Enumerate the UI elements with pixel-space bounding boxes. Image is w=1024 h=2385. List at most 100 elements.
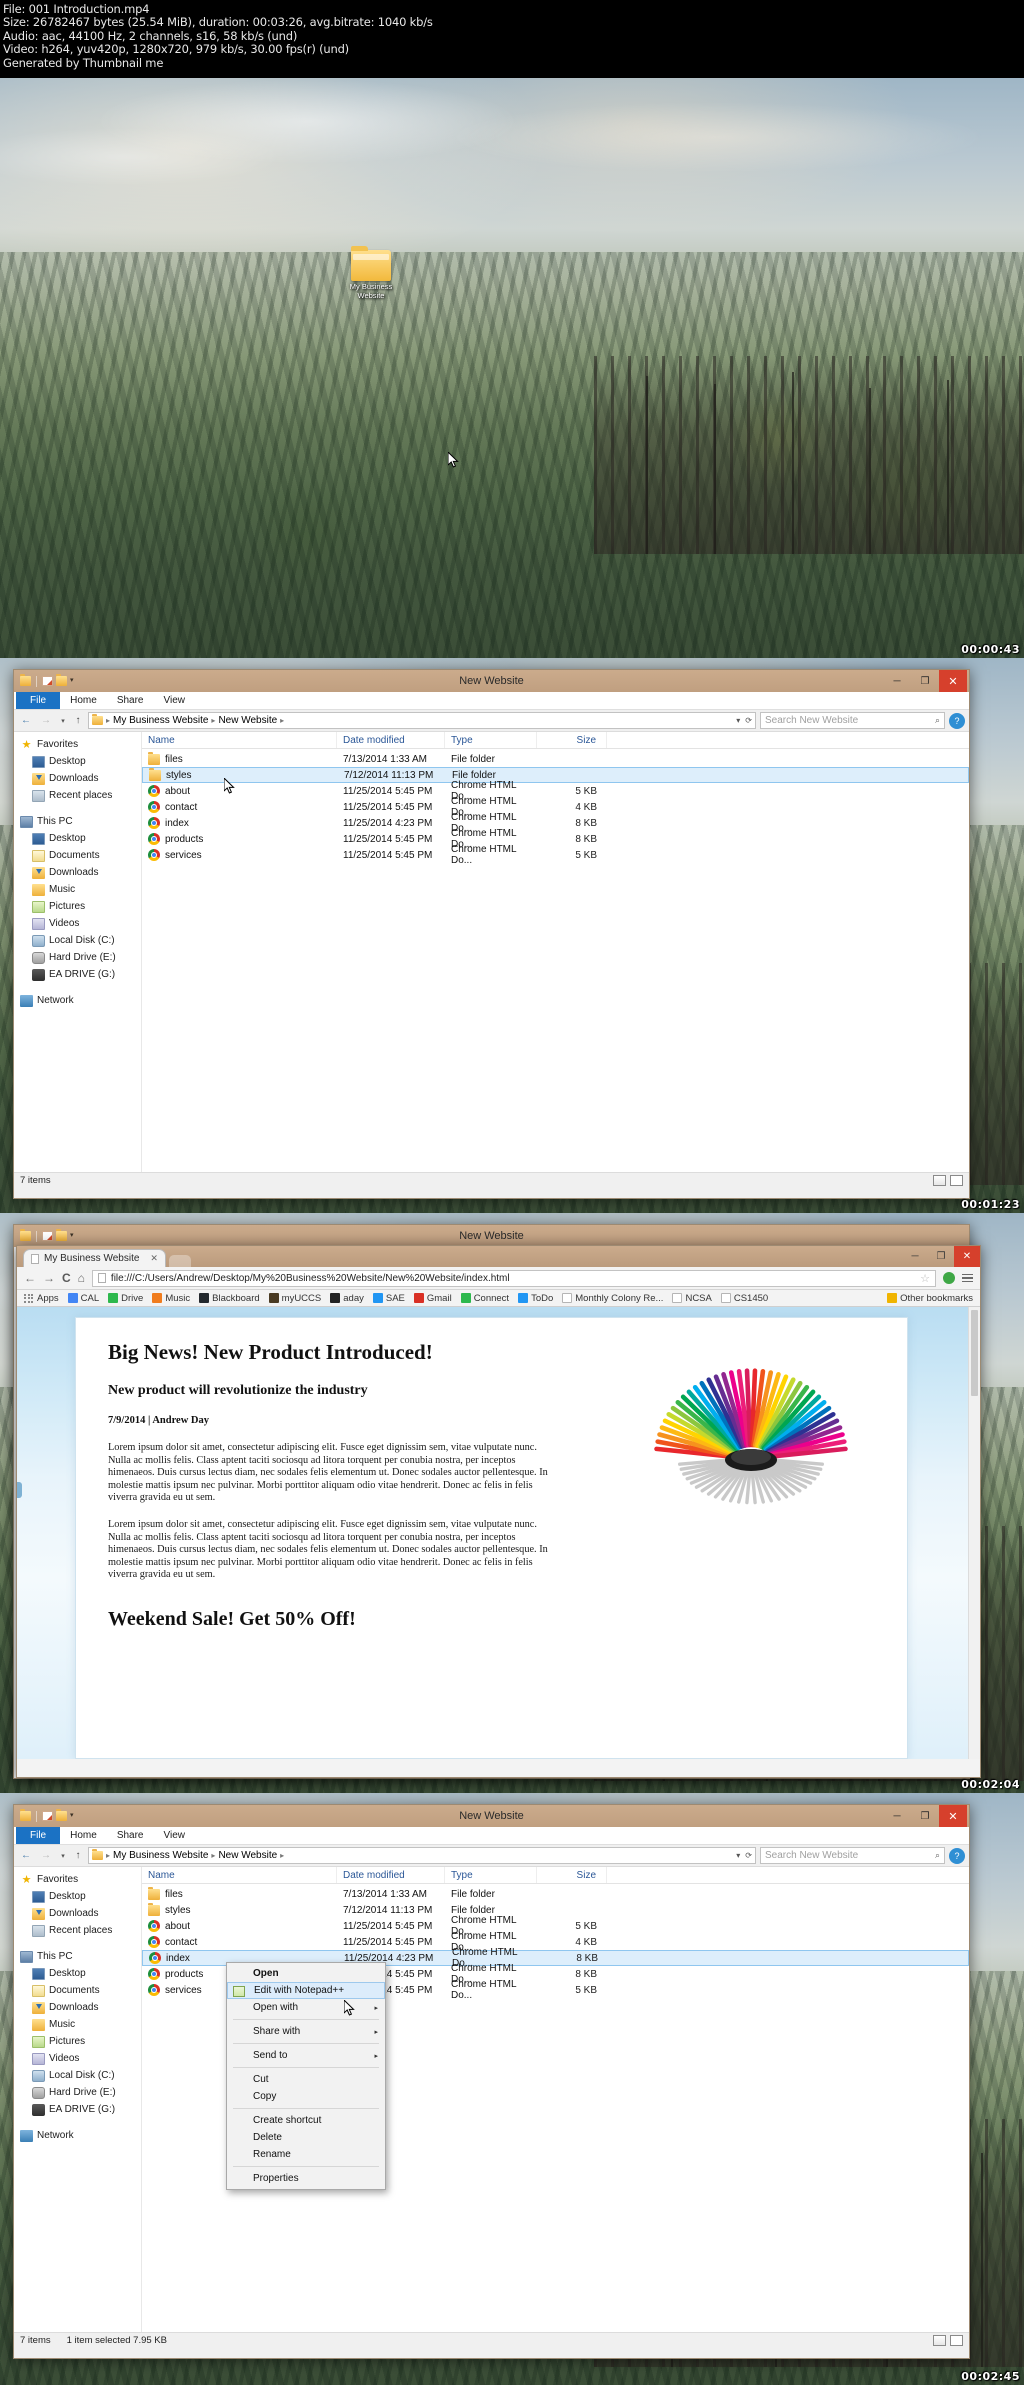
- window-title-bar[interactable]: ▾ New Website: [14, 1225, 969, 1247]
- search-input[interactable]: Search New Website ⌕: [760, 712, 945, 729]
- window-title-bar[interactable]: ▾ New Website ─ ❐ ✕: [14, 670, 969, 692]
- column-headers[interactable]: Name Date modified Type Size: [142, 732, 969, 749]
- details-view-icon[interactable]: [933, 2335, 946, 2346]
- folder-icon[interactable]: [20, 1229, 31, 1241]
- omnibox-row[interactable]: ← → C ⌂ file:///C:/Users/Andrew/Desktop/…: [17, 1267, 980, 1290]
- menu-item-rename[interactable]: Rename: [227, 2146, 385, 2163]
- up-button[interactable]: ↑: [72, 1850, 84, 1861]
- sidebar-item-this-pc[interactable]: This PC: [18, 1948, 141, 1965]
- back-button[interactable]: ←: [18, 713, 34, 729]
- file-explorer-window[interactable]: ▾ New Website ─ ❐ ✕ File Home Share View…: [13, 1804, 970, 2359]
- maximize-button[interactable]: ❐: [911, 1805, 939, 1827]
- table-row[interactable]: about 11/25/2014 5:45 PM Chrome HTML Do...…: [142, 780, 969, 802]
- menu-item-edit-with-notepad[interactable]: Edit with Notepad++: [227, 1982, 385, 1999]
- properties-icon[interactable]: [42, 1231, 53, 1241]
- table-row[interactable]: styles 7/12/2014 11:13 PM File folder: [142, 1902, 969, 1918]
- sidebar-item-videos[interactable]: Videos: [18, 915, 141, 932]
- forward-button[interactable]: →: [38, 713, 54, 729]
- page-side-tab[interactable]: [17, 1482, 22, 1498]
- sidebar-item-music[interactable]: Music: [18, 881, 141, 898]
- sidebar-item-videos[interactable]: Videos: [18, 2050, 141, 2067]
- chevron-down-icon[interactable]: ▾: [70, 1231, 74, 1241]
- address-bar-row[interactable]: ← → ▾ ↑ ▸ My Business Website ▸ New Webs…: [14, 1845, 969, 1867]
- column-header-type[interactable]: Type: [445, 732, 537, 748]
- large-icons-view-icon[interactable]: [950, 2335, 963, 2346]
- chevron-down-icon[interactable]: ▾: [70, 1811, 74, 1821]
- new-folder-icon[interactable]: [56, 1809, 67, 1821]
- close-button[interactable]: ✕: [939, 670, 967, 692]
- sidebar-item-ea-drive-g[interactable]: EA DRIVE (G:): [18, 966, 141, 983]
- sidebar-item-downloads[interactable]: Downloads: [18, 864, 141, 881]
- bookmark-cal[interactable]: CAL: [67, 1293, 99, 1304]
- address-input[interactable]: file:///C:/Users/Andrew/Desktop/My%20Bus…: [91, 1269, 936, 1287]
- recent-locations-icon[interactable]: ▾: [58, 717, 68, 725]
- minimize-button[interactable]: ─: [883, 1805, 911, 1827]
- view-toggles[interactable]: [933, 1175, 963, 1186]
- ribbon-tabs[interactable]: File Home Share View: [14, 1827, 969, 1845]
- folder-icon[interactable]: [20, 1809, 31, 1821]
- bookmark-music[interactable]: Music: [152, 1293, 190, 1304]
- new-tab-button[interactable]: [168, 1255, 191, 1267]
- tab-file[interactable]: File: [16, 692, 61, 709]
- refresh-icon[interactable]: ⟳: [745, 1851, 752, 1860]
- address-bar-row[interactable]: ← → ▾ ↑ ▸ My Business Website ▸ New Webs…: [14, 710, 969, 732]
- bookmarks-bar[interactable]: Apps CAL Drive Music Blackboard myUCCS aday SAE…: [17, 1290, 980, 1307]
- breadcrumb-item-1[interactable]: New Website: [218, 715, 277, 726]
- navigation-pane[interactable]: ★ Favorites Desktop Downloads Recent places T…: [14, 732, 142, 1172]
- sidebar-item-downloads[interactable]: Downloads: [18, 1905, 141, 1922]
- column-headers[interactable]: Name Date modified Type Size: [142, 1867, 969, 1884]
- file-context-menu[interactable]: Open Edit with Notepad++ Open with ▸ Share w…: [226, 1962, 386, 2190]
- column-header-date[interactable]: Date modified: [337, 1867, 445, 1883]
- table-row[interactable]: about 11/25/2014 5:45 PM Chrome HTML Do...…: [142, 1915, 969, 1937]
- scrollbar-thumb[interactable]: [971, 1310, 978, 1396]
- recent-locations-icon[interactable]: ▾: [58, 1852, 68, 1860]
- menu-item-share-with[interactable]: Share with ▸: [227, 2023, 385, 2040]
- window-title-bar[interactable]: ▾ New Website ─ ❐ ✕: [14, 1805, 969, 1827]
- forward-button[interactable]: →: [38, 1848, 54, 1864]
- sidebar-item-favorites[interactable]: ★ Favorites: [18, 736, 141, 753]
- menu-item-open-with[interactable]: Open with ▸: [227, 1999, 385, 2016]
- chrome-browser-window[interactable]: My Business Website ✕ ─ ❐ ✕ ← → C ⌂ file…: [16, 1245, 981, 1778]
- bookmark-gmail[interactable]: Gmail: [413, 1293, 452, 1304]
- breadcrumb-item-0[interactable]: My Business Website: [113, 715, 208, 726]
- breadcrumb[interactable]: ▸ My Business Website ▸ New Website ▸ ▾ …: [88, 712, 756, 729]
- bookmark-sae[interactable]: SAE: [372, 1293, 405, 1304]
- menu-item-properties[interactable]: Properties: [227, 2170, 385, 2187]
- file-explorer-window[interactable]: ▾ New Website ─ ❐ ✕ File Home Share View…: [13, 669, 970, 1199]
- refresh-icon[interactable]: ⟳: [745, 716, 752, 725]
- sidebar-item-pictures[interactable]: Pictures: [18, 2033, 141, 2050]
- folder-icon[interactable]: [20, 674, 31, 686]
- breadcrumb-item-0[interactable]: My Business Website: [113, 1850, 208, 1861]
- back-button[interactable]: ←: [18, 1848, 34, 1864]
- page-scrollbar[interactable]: [968, 1307, 980, 1759]
- breadcrumb[interactable]: ▸ My Business Website ▸ New Website ▸ ▾ …: [88, 1847, 756, 1864]
- sidebar-item-hard-drive-e[interactable]: Hard Drive (E:): [18, 949, 141, 966]
- large-icons-view-icon[interactable]: [950, 1175, 963, 1186]
- quick-access-toolbar[interactable]: ▾: [16, 674, 74, 687]
- properties-icon[interactable]: [42, 1811, 53, 1821]
- extension-icon[interactable]: [943, 1272, 955, 1284]
- minimize-button[interactable]: ─: [883, 670, 911, 692]
- table-row[interactable]: files 7/13/2014 1:33 AM File folder: [142, 751, 969, 767]
- other-bookmarks-button[interactable]: Other bookmarks: [887, 1293, 973, 1304]
- bookmark-drive[interactable]: Drive: [108, 1293, 143, 1304]
- bookmark-connect[interactable]: Connect: [460, 1293, 509, 1304]
- table-row[interactable]: styles 7/12/2014 11:13 PM File folder: [142, 767, 969, 783]
- sidebar-item-downloads[interactable]: Downloads: [18, 770, 141, 787]
- search-input[interactable]: Search New Website ⌕: [760, 1847, 945, 1864]
- sidebar-item-desktop[interactable]: Desktop: [18, 1888, 141, 1905]
- window-controls[interactable]: ─ ❐ ✕: [883, 670, 967, 692]
- sidebar-item-desktop[interactable]: Desktop: [18, 1965, 141, 1982]
- file-list-pane[interactable]: Name Date modified Type Size files 7/13/2…: [142, 732, 969, 1172]
- sidebar-item-hard-drive-e[interactable]: Hard Drive (E:): [18, 2084, 141, 2101]
- tab-view[interactable]: View: [154, 693, 196, 709]
- sidebar-item-ea-drive-g[interactable]: EA DRIVE (G:): [18, 2101, 141, 2118]
- reload-icon[interactable]: C: [62, 1271, 71, 1285]
- bookmark-apps[interactable]: Apps: [24, 1293, 59, 1304]
- chevron-down-icon[interactable]: ▾: [736, 1851, 740, 1860]
- sidebar-item-network[interactable]: Network: [18, 2127, 141, 2144]
- chrome-menu-icon[interactable]: [962, 1273, 973, 1283]
- bookmark-cs1450[interactable]: CS1450: [720, 1293, 768, 1304]
- breadcrumb-item-1[interactable]: New Website: [218, 1850, 277, 1861]
- quick-access-toolbar[interactable]: ▾: [16, 1809, 74, 1822]
